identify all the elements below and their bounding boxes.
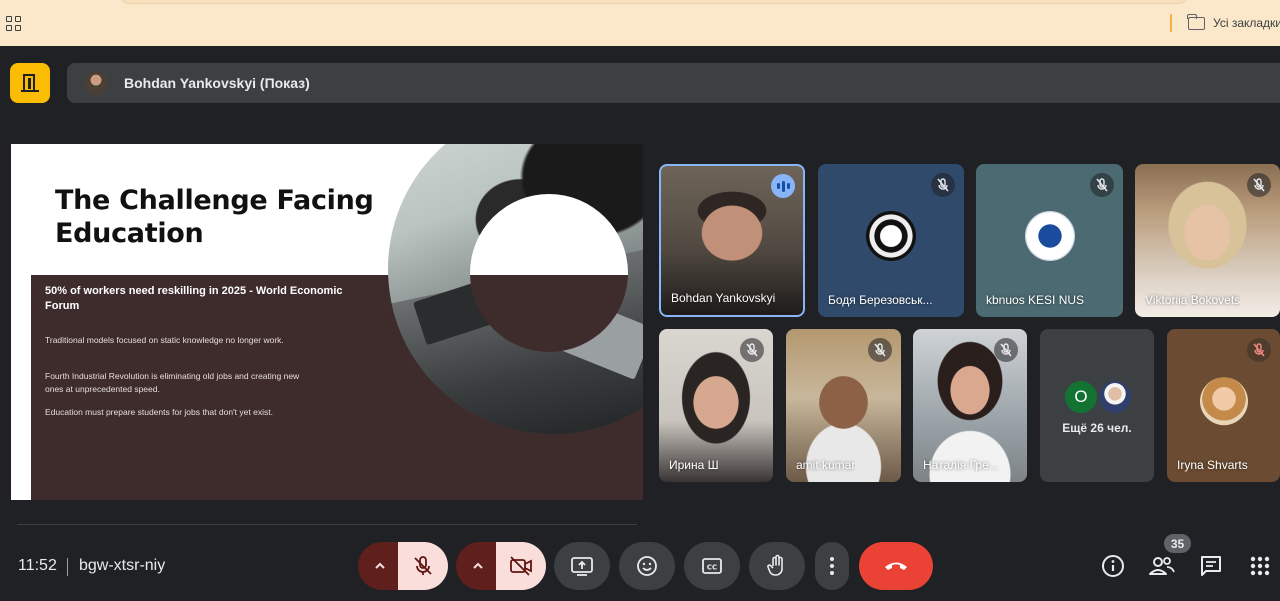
avatar [1024, 210, 1075, 261]
participant-name: Bohdan Yankovskyi [671, 291, 776, 305]
chevron-up-icon [375, 562, 385, 569]
exit-button[interactable] [10, 63, 50, 103]
captions-button[interactable]: CC [684, 542, 740, 590]
present-button[interactable] [554, 542, 610, 590]
stage-divider [17, 524, 637, 525]
participant-name: Iryna Shvarts [1177, 458, 1248, 472]
closed-captions-icon: CC [702, 558, 722, 574]
participant-tile[interactable]: Бодя Березовськ... [818, 164, 964, 317]
participant-tile[interactable]: Ирина Ш [659, 329, 773, 482]
apps-grid-icon [1250, 556, 1270, 576]
slide-bullet: Fourth Industrial Revolution is eliminat… [45, 371, 300, 394]
participant-name: Бодя Березовськ... [828, 293, 933, 307]
participant-name: Ирина Ш [669, 458, 719, 472]
slide-half-circle [470, 194, 628, 352]
avatar-letter: O [1065, 381, 1097, 413]
people-icon [1149, 557, 1175, 575]
mic-off-icon [931, 173, 955, 197]
mic-off-icon [868, 338, 892, 362]
slide-title: The Challenge Facing Education [55, 185, 374, 249]
bookmarks-bar: Усі закладки [0, 0, 1280, 46]
participant-tile[interactable]: Bohdan Yankovskyi [659, 164, 805, 317]
more-options-button[interactable] [815, 542, 849, 590]
avatar [1097, 379, 1133, 415]
meeting-code: bgw-xtsr-niy [79, 557, 166, 574]
slide-bullet: Traditional models focused on static kno… [45, 335, 284, 345]
mic-off-icon [414, 556, 432, 575]
avatar [1199, 376, 1248, 425]
leave-call-button[interactable] [859, 542, 933, 590]
more-participants-tile[interactable]: O Ещё 26 чел. [1040, 329, 1154, 482]
participant-name: amit kumar [796, 458, 856, 472]
call-end-icon [885, 562, 907, 570]
participant-tile[interactable]: kbnuos KESI NUS [976, 164, 1123, 317]
door-icon [21, 74, 39, 92]
slide-subtitle: 50% of workers need reskilling in 2025 -… [45, 285, 343, 312]
activities-button[interactable] [1246, 552, 1274, 580]
mic-off-icon [1247, 173, 1271, 197]
all-bookmarks-label[interactable]: Усі закладки [1213, 16, 1280, 30]
people-count-badge: 35 [1164, 534, 1191, 553]
speaking-indicator-icon [771, 174, 795, 198]
mic-off-icon [1247, 338, 1271, 362]
clock: 11:52 [18, 557, 57, 574]
hand-icon [767, 554, 783, 576]
presenter-bar: Bohdan Yankovskyi (Показ) [67, 63, 1280, 103]
participant-tile[interactable]: amit kumar [786, 329, 901, 482]
people-button[interactable] [1148, 552, 1176, 580]
chat-button[interactable] [1197, 552, 1225, 580]
audio-options-button[interactable] [358, 542, 402, 590]
videocam-off-icon [510, 556, 532, 576]
avatar [866, 210, 916, 261]
microphone-button[interactable] [398, 542, 448, 590]
info-icon [1102, 555, 1124, 577]
participant-tile[interactable]: Наталія Гре... [913, 329, 1027, 482]
shared-screen[interactable]: The Challenge Facing Education 50% of wo… [11, 144, 643, 500]
present-to-all-icon [571, 557, 593, 576]
clock-separator [67, 558, 68, 576]
folder-icon [1187, 14, 1205, 30]
participant-tile[interactable]: Iryna Shvarts [1167, 329, 1280, 482]
presenter-label: Bohdan Yankovskyi (Показ) [124, 75, 310, 91]
mic-off-icon [1090, 173, 1114, 197]
participant-name: Наталія Гре... [923, 458, 999, 472]
chevron-up-icon [473, 562, 483, 569]
more-participants-label: Ещё 26 чел. [1062, 421, 1132, 435]
participant-tile[interactable]: Viktoriia Bokovets [1135, 164, 1280, 317]
emoji-icon [637, 556, 657, 576]
video-options-button[interactable] [456, 542, 500, 590]
mic-off-icon [994, 338, 1018, 362]
participant-name: Viktoriia Bokovets [1145, 293, 1241, 307]
participant-name: kbnuos KESI NUS [986, 293, 1085, 307]
slide-bullet: Education must prepare students for jobs… [45, 407, 273, 417]
mic-off-icon [740, 338, 764, 362]
address-bar[interactable] [118, 0, 1190, 4]
raise-hand-button[interactable] [749, 542, 805, 590]
camera-button[interactable] [496, 542, 546, 590]
apps-grid-icon[interactable] [6, 16, 21, 31]
presenter-avatar [84, 71, 108, 95]
chat-icon [1201, 556, 1221, 576]
bookmarks-separator [1170, 14, 1172, 32]
meeting-details-button[interactable] [1099, 552, 1127, 580]
svg-text:CC: CC [707, 564, 717, 572]
reactions-button[interactable] [619, 542, 675, 590]
more-vert-icon [830, 557, 834, 575]
